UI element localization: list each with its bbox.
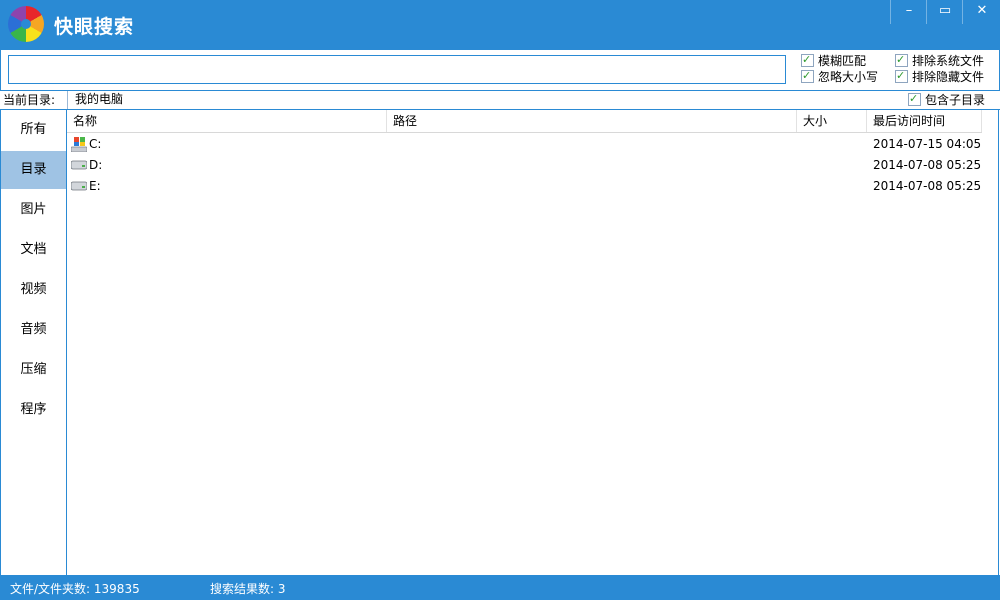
- app-logo-icon: [8, 6, 44, 42]
- drive-name: D:: [89, 158, 103, 172]
- category-all[interactable]: 所有: [1, 111, 66, 149]
- drive-last-access: 2014-07-08 05:25: [873, 179, 982, 193]
- category-pictures[interactable]: 图片: [1, 191, 66, 229]
- maximize-button[interactable]: ▭: [926, 0, 963, 24]
- fuzzy-match-label: 模糊匹配: [818, 54, 867, 68]
- drive-last-access: 2014-07-15 04:05: [873, 137, 982, 151]
- hard-drive-icon: [71, 160, 87, 170]
- category-programs[interactable]: 程序: [1, 391, 66, 429]
- column-size[interactable]: 大小: [797, 110, 867, 132]
- ignore-case-label: 忽略大小写: [818, 70, 879, 84]
- result-count-status: 搜索结果数: 3: [210, 582, 286, 596]
- search-area: 模糊匹配 忽略大小写 排除系统文件 排除隐藏文件: [0, 50, 1000, 90]
- file-list: 名称 路径 大小 最后访问时间 C: 2014-07-15 04:05 D: 2…: [67, 110, 999, 575]
- category-directory[interactable]: 目录: [1, 151, 66, 189]
- category-archives[interactable]: 压缩: [1, 351, 66, 389]
- checkbox-checked-icon: [801, 68, 814, 83]
- table-row[interactable]: D: 2014-07-08 05:25: [67, 155, 982, 176]
- column-header: 名称 路径 大小 最后访问时间: [67, 110, 982, 133]
- exclude-hidden-checkbox[interactable]: 排除隐藏文件: [895, 68, 985, 85]
- search-input[interactable]: [8, 55, 786, 84]
- exclude-system-checkbox[interactable]: 排除系统文件: [895, 52, 985, 69]
- include-subdirs-checkbox[interactable]: 包含子目录: [908, 91, 986, 107]
- table-row[interactable]: E: 2014-07-08 05:25: [67, 176, 982, 197]
- exclude-system-label: 排除系统文件: [912, 54, 985, 68]
- current-dir-label: 当前目录:: [3, 93, 56, 107]
- drive-name: E:: [89, 179, 101, 193]
- category-documents[interactable]: 文档: [1, 231, 66, 269]
- close-button[interactable]: ✕: [962, 0, 1000, 24]
- column-last-access[interactable]: 最后访问时间: [867, 110, 982, 132]
- title-bar: 快眼搜索 – ▭ ✕: [0, 0, 1000, 50]
- category-sidebar: 所有 目录 图片 文档 视频 音频 压缩 程序: [0, 110, 67, 575]
- drive-last-access: 2014-07-08 05:25: [873, 158, 982, 172]
- column-path[interactable]: 路径: [387, 110, 797, 132]
- include-subdirs-label: 包含子目录: [925, 93, 986, 107]
- column-name[interactable]: 名称: [67, 110, 387, 132]
- fuzzy-match-checkbox[interactable]: 模糊匹配: [801, 52, 867, 69]
- current-dir-value[interactable]: 我的电脑: [67, 91, 905, 109]
- path-bar: 当前目录: 我的电脑 包含子目录: [0, 90, 1000, 110]
- checkbox-checked-icon: [895, 52, 908, 67]
- category-videos[interactable]: 视频: [1, 271, 66, 309]
- drive-name: C:: [89, 137, 102, 151]
- file-count-status: 文件/文件夹数: 139835: [10, 582, 140, 596]
- exclude-hidden-label: 排除隐藏文件: [912, 70, 985, 84]
- hard-drive-icon: [71, 181, 87, 191]
- checkbox-checked-icon: [895, 68, 908, 83]
- app-title: 快眼搜索: [54, 16, 135, 38]
- ignore-case-checkbox[interactable]: 忽略大小写: [801, 68, 879, 85]
- checkbox-checked-icon: [801, 52, 814, 67]
- checkbox-checked-icon: [908, 91, 921, 107]
- table-row[interactable]: C: 2014-07-15 04:05: [67, 134, 982, 155]
- category-audio[interactable]: 音频: [1, 311, 66, 349]
- windows-drive-icon: [71, 137, 87, 152]
- status-bar: 文件/文件夹数: 139835 搜索结果数: 3: [0, 575, 1000, 600]
- minimize-button[interactable]: –: [890, 0, 927, 24]
